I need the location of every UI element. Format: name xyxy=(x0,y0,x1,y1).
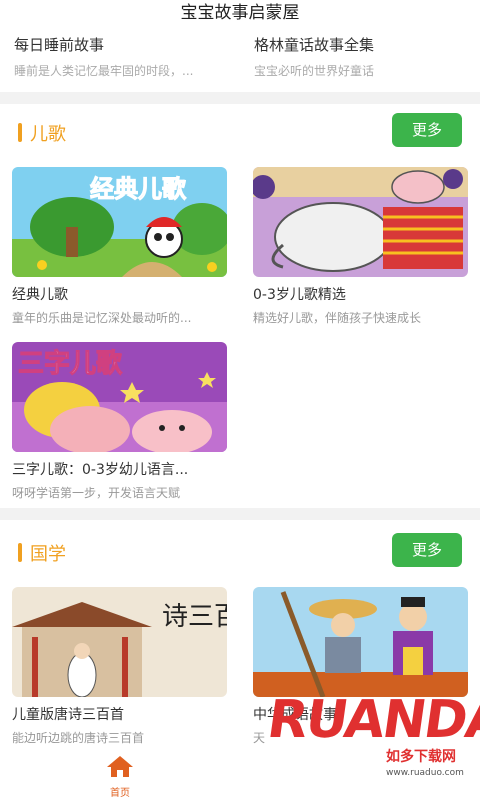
story-desc: 睡前是人类记忆最牢固的时段，... xyxy=(14,64,194,78)
card-classic-songs[interactable]: 经典儿歌 经典儿歌 童年的乐曲是记忆深处最动听的... xyxy=(12,167,227,326)
card-thumbnail xyxy=(253,167,468,277)
story-title: 每日睡前故事 xyxy=(14,36,105,54)
card-title: 经典儿歌 xyxy=(12,287,68,303)
story-grimm[interactable]: 格林童话故事全集 宝宝必听的世界好童话 xyxy=(254,34,474,79)
section-header-classics: 国学 更多 xyxy=(0,530,480,576)
card-desc: 能边听边跳的唐诗三百首 xyxy=(12,731,145,745)
card-songs-0-3[interactable]: 0-3岁儿歌精选 精选好儿歌，伴随孩子快速成长 xyxy=(253,167,468,326)
card-desc: 精选好儿歌，伴随孩子快速成长 xyxy=(253,311,422,325)
card-three-word-songs[interactable]: 三字儿歌 三字儿歌：0-3岁幼儿语言... 呀呀学语第一步，开发语言天赋 xyxy=(12,342,227,501)
tab-home[interactable]: 首页 xyxy=(100,754,140,799)
section-title: 儿歌 xyxy=(30,124,66,145)
card-thumbnail: 诗三百首 xyxy=(12,587,227,697)
card-title: 三字儿歌：0-3岁幼儿语言... xyxy=(12,462,189,478)
section-accent-bar xyxy=(18,123,22,142)
card-thumbnail: 经典儿歌 xyxy=(12,167,227,277)
app-title: 宝宝故事启蒙屋 xyxy=(180,3,300,23)
home-icon xyxy=(107,756,133,777)
watermark-site: 如多下载网 xyxy=(386,749,456,765)
section-divider xyxy=(0,508,480,520)
thumb-text: 三字儿歌 xyxy=(18,348,123,379)
more-button[interactable]: 更多 xyxy=(392,113,462,147)
top-stories-row: 每日睡前故事 睡前是人类记忆最牢固的时段，... 格林童话故事全集 宝宝必听的世… xyxy=(0,34,480,86)
section-accent-bar xyxy=(18,543,22,562)
card-title: 儿童版唐诗三百首 xyxy=(12,707,124,723)
section-divider xyxy=(0,92,480,104)
story-title: 格林童话故事全集 xyxy=(254,36,375,54)
story-desc: 宝宝必听的世界好童话 xyxy=(254,64,375,78)
section-header-songs: 儿歌 更多 xyxy=(0,110,480,156)
card-thumbnail xyxy=(253,587,468,697)
watermark-brand: RUANDADO xyxy=(263,690,480,750)
watermark-url: www.ruaduo.com xyxy=(386,768,464,778)
card-title: 0-3岁儿歌精选 xyxy=(253,287,346,303)
card-desc: 童年的乐曲是记忆深处最动听的... xyxy=(12,311,192,325)
more-button[interactable]: 更多 xyxy=(392,533,462,567)
section-title: 国学 xyxy=(30,544,66,565)
tab-home-label: 首页 xyxy=(110,788,130,799)
thumb-text: 诗三百首 xyxy=(162,602,227,632)
card-thumbnail: 三字儿歌 xyxy=(12,342,227,452)
story-bedtime[interactable]: 每日睡前故事 睡前是人类记忆最牢固的时段，... xyxy=(14,34,234,79)
card-tang-poems[interactable]: 诗三百首 儿童版唐诗三百首 能边听边跳的唐诗三百首 xyxy=(12,587,227,746)
card-desc: 呀呀学语第一步，开发语言天赋 xyxy=(12,486,181,500)
thumb-text: 经典儿歌 xyxy=(90,175,187,203)
watermark-logo: RUANDADO 如多下载网 www.ruaduo.com xyxy=(264,690,480,800)
